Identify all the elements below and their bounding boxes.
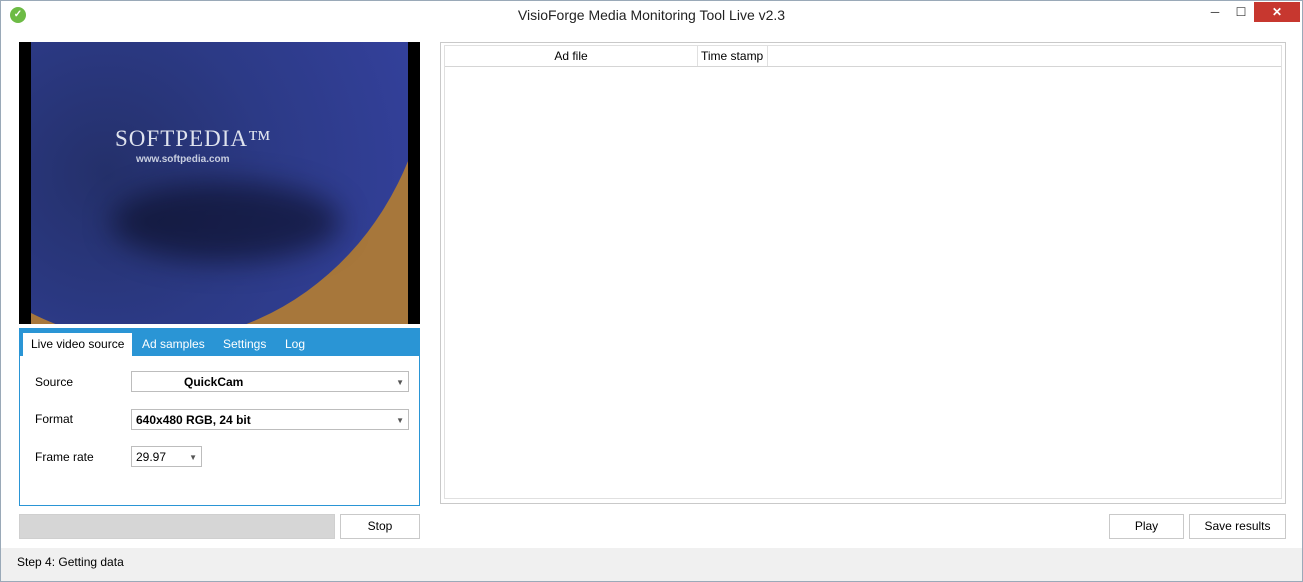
video-logo-text: SOFTPEDIA™ bbox=[115, 126, 272, 151]
format-label: Format bbox=[35, 412, 74, 426]
window-title: VisioForge Media Monitoring Tool Live v2… bbox=[517, 7, 786, 23]
video-frame: SOFTPEDIA™ www.softpedia.com bbox=[31, 42, 408, 324]
source-value: QuickCam bbox=[184, 375, 244, 389]
framerate-label: Frame rate bbox=[35, 450, 94, 464]
video-url-text: www.softpedia.com bbox=[136, 154, 230, 165]
close-icon: ✕ bbox=[1271, 5, 1283, 19]
close-button[interactable]: ✕ bbox=[1254, 2, 1300, 22]
video-shadow bbox=[111, 182, 341, 262]
progress-bar bbox=[19, 514, 335, 539]
settings-tab-panel: Live video source Ad samples Settings Lo… bbox=[19, 328, 420, 506]
format-select[interactable]: 640x480 RGB, 24 bit ▼ bbox=[131, 409, 409, 430]
tab-ad-samples[interactable]: Ad samples bbox=[134, 333, 213, 356]
maximize-button[interactable]: ☐ bbox=[1228, 2, 1254, 22]
results-panel: Ad file Time stamp bbox=[440, 42, 1286, 504]
tab-settings[interactable]: Settings bbox=[215, 333, 274, 356]
header-divider bbox=[445, 66, 1281, 67]
play-button[interactable]: Play bbox=[1109, 514, 1184, 539]
tab-log[interactable]: Log bbox=[277, 333, 313, 356]
chevron-down-icon: ▼ bbox=[396, 416, 404, 425]
framerate-select[interactable]: 29.97 ▼ bbox=[131, 446, 202, 467]
stop-button[interactable]: Stop bbox=[340, 514, 420, 539]
column-header-time-stamp[interactable]: Time stamp bbox=[698, 46, 768, 66]
results-table[interactable]: Ad file Time stamp bbox=[444, 45, 1282, 499]
source-select[interactable]: QuickCam ▼ bbox=[131, 371, 409, 392]
tab-live-video-source[interactable]: Live video source bbox=[23, 333, 133, 356]
status-bar: Step 4: Getting data bbox=[1, 548, 1302, 581]
minimize-button[interactable]: ─ bbox=[1202, 2, 1228, 22]
framerate-value: 29.97 bbox=[136, 450, 167, 464]
chevron-down-icon: ▼ bbox=[189, 453, 197, 462]
save-results-button[interactable]: Save results bbox=[1189, 514, 1286, 539]
source-label: Source bbox=[35, 375, 74, 389]
status-text: Step 4: Getting data bbox=[17, 555, 124, 569]
tab-bar: Live video source Ad samples Settings Lo… bbox=[20, 329, 419, 356]
chevron-down-icon: ▼ bbox=[396, 378, 404, 387]
app-window: ✓ VisioForge Media Monitoring Tool Live … bbox=[0, 0, 1303, 582]
maximize-icon: ☐ bbox=[1235, 5, 1247, 19]
video-preview: SOFTPEDIA™ www.softpedia.com bbox=[19, 42, 420, 324]
format-value: 640x480 RGB, 24 bit bbox=[136, 413, 251, 427]
minimize-icon: ─ bbox=[1210, 5, 1220, 19]
title-bar: ✓ VisioForge Media Monitoring Tool Live … bbox=[1, 1, 1302, 31]
column-header-ad-file[interactable]: Ad file bbox=[445, 46, 698, 66]
